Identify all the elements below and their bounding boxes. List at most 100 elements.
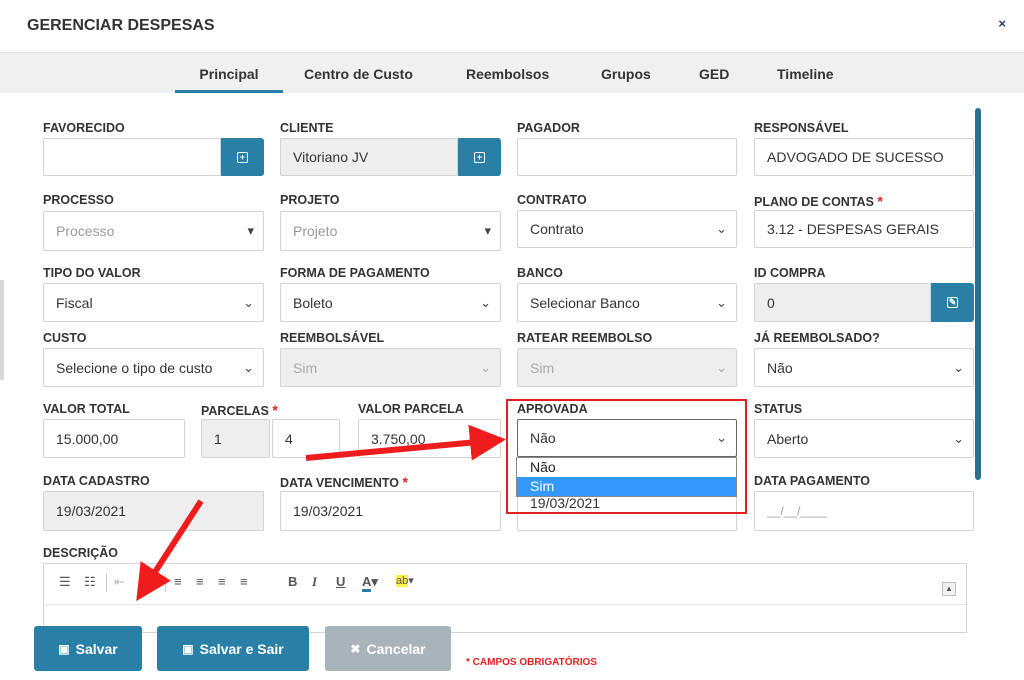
plus-icon: + xyxy=(237,151,248,163)
aprovada-option-nao[interactable]: Não xyxy=(517,458,736,477)
chevron-down-icon: ⌄ xyxy=(953,359,964,375)
aprovada-dropdown-list[interactable]: Não Sim xyxy=(516,457,737,497)
status-value: Aberto xyxy=(767,430,809,447)
banco-value: Selecionar Banco xyxy=(530,294,640,311)
parcelas-label-text: PARCELAS xyxy=(201,404,269,418)
plano-contas-label-text: PLANO DE CONTAS xyxy=(754,195,874,209)
plano-contas-input[interactable]: 3.12 - DESPESAS GERAIS xyxy=(754,210,974,248)
edit-icon: ✎ xyxy=(947,297,958,308)
data-vencimento-label: DATA VENCIMENTO * xyxy=(280,474,408,490)
status-select[interactable]: Aberto ⌄ xyxy=(754,419,974,458)
tab-principal[interactable]: Principal xyxy=(175,53,283,93)
tab-timeline[interactable]: Timeline xyxy=(777,53,834,93)
scrollbar[interactable] xyxy=(975,108,981,480)
id-compra-label: ID COMPRA xyxy=(754,266,826,280)
underline-icon[interactable]: U xyxy=(336,574,345,589)
cliente-input[interactable]: Vitoriano JV xyxy=(280,138,458,176)
tab-grupos[interactable]: Grupos xyxy=(601,53,651,93)
ja-reembolsado-select[interactable]: Não ⌄ xyxy=(754,348,974,387)
favorecido-label: FAVORECIDO xyxy=(43,121,125,135)
expand-editor-icon[interactable]: ▲ xyxy=(942,582,956,596)
favorecido-input[interactable] xyxy=(43,138,221,176)
chevron-down-icon: ⌄ xyxy=(716,294,727,310)
align-right-icon[interactable]: ≡ xyxy=(218,574,226,589)
toolbar-divider xyxy=(106,574,107,592)
tab-reembolsos[interactable]: Reembolsos xyxy=(466,53,549,93)
pagador-input[interactable] xyxy=(517,138,737,176)
required-mark: * xyxy=(402,474,408,490)
chevron-down-icon: ⌄ xyxy=(243,294,254,310)
italic-icon[interactable]: I xyxy=(312,574,317,590)
align-left-icon[interactable]: ≡ xyxy=(174,574,182,589)
processo-select[interactable]: Processo ▾ xyxy=(43,211,264,251)
id-compra-input[interactable]: 0 xyxy=(754,283,931,322)
close-icon[interactable]: × xyxy=(998,16,1006,31)
banco-select[interactable]: Selecionar Banco ⌄ xyxy=(517,283,737,322)
align-center-icon[interactable]: ≡ xyxy=(196,574,204,589)
forma-pagamento-label: FORMA DE PAGAMENTO xyxy=(280,266,430,280)
tab-centro-de-custo[interactable]: Centro de Custo xyxy=(304,53,413,93)
valor-parcela-input[interactable]: 3.750,00 xyxy=(358,419,501,458)
align-justify-icon[interactable]: ≡ xyxy=(240,574,248,589)
parcelas-current-input[interactable]: 1 xyxy=(201,419,270,458)
tipo-valor-label: TIPO DO VALOR xyxy=(43,266,141,280)
data-pagamento-label: DATA PAGAMENTO xyxy=(754,474,870,488)
add-favorecido-button[interactable]: + xyxy=(221,138,264,176)
custo-value: Selecione o tipo de custo xyxy=(56,359,213,376)
required-fields-note: * CAMPOS OBRIGATÓRIOS xyxy=(466,657,597,668)
reembolsavel-select[interactable]: Sim ⌄ xyxy=(280,348,501,387)
ratear-reembolso-select[interactable]: Sim ⌄ xyxy=(517,348,737,387)
contrato-select[interactable]: Contrato ⌄ xyxy=(517,210,737,248)
save-button-label: Salvar xyxy=(75,640,118,657)
required-mark: * xyxy=(877,193,883,209)
status-label: STATUS xyxy=(754,402,803,416)
edit-id-compra-button[interactable]: ✎ xyxy=(931,283,974,322)
ordered-list-icon[interactable]: ☰ xyxy=(59,574,71,590)
parcelas-label: PARCELAS * xyxy=(201,402,278,418)
cliente-label: CLIENTE xyxy=(280,121,334,135)
forma-pagamento-value: Boleto xyxy=(293,294,333,311)
bold-icon[interactable]: B xyxy=(288,574,297,589)
projeto-select[interactable]: Projeto ▾ xyxy=(280,211,501,251)
processo-label: PROCESSO xyxy=(43,193,114,207)
custo-select[interactable]: Selecione o tipo de custo ⌄ xyxy=(43,348,264,387)
valor-total-label: VALOR TOTAL xyxy=(43,402,130,416)
tab-ged[interactable]: GED xyxy=(699,53,729,93)
plus-icon: + xyxy=(474,151,485,163)
responsavel-input[interactable]: ADVOGADO DE SUCESSO xyxy=(754,138,974,176)
chevron-down-icon: ⌄ xyxy=(480,359,491,375)
save-icon: ▣ xyxy=(58,641,70,656)
projeto-label: PROJETO xyxy=(280,193,340,207)
forma-pagamento-select[interactable]: Boleto ⌄ xyxy=(280,283,501,322)
valor-total-input[interactable]: 15.000,00 xyxy=(43,419,185,458)
outdent-icon[interactable]: ⇤ xyxy=(114,574,125,590)
data-vencimento-input[interactable]: 19/03/2021 xyxy=(280,491,501,531)
descricao-label: DESCRIÇÃO xyxy=(43,546,119,560)
cancel-button[interactable]: ✖ Cancelar xyxy=(325,626,451,671)
font-color-icon[interactable]: A▾ xyxy=(362,574,378,592)
save-and-exit-label: Salvar e Sair xyxy=(199,640,284,657)
background-edge xyxy=(0,280,4,380)
tipo-valor-select[interactable]: Fiscal ⌄ xyxy=(43,283,264,322)
chevron-down-icon: ⌄ xyxy=(716,221,727,236)
highlight-color-icon[interactable]: ab▾ xyxy=(396,574,414,587)
add-cliente-button[interactable]: + xyxy=(458,138,501,176)
required-mark: * xyxy=(272,402,278,418)
save-button[interactable]: ▣ Salvar xyxy=(34,626,142,671)
data-pagamento-input[interactable]: __/__/____ xyxy=(754,491,974,531)
ja-reembolsado-label: JÁ REEMBOLSADO? xyxy=(754,331,880,345)
responsavel-label: RESPONSÁVEL xyxy=(754,121,849,135)
ratear-reembolso-value: Sim xyxy=(530,359,555,376)
modal-title: GERENCIAR DESPESAS xyxy=(27,17,215,34)
valor-parcela-label: VALOR PARCELA xyxy=(358,402,464,416)
aprovada-option-sim[interactable]: Sim xyxy=(517,477,736,496)
ja-reembolsado-value: Não xyxy=(767,359,793,376)
parcelas-total-input[interactable]: 4 xyxy=(272,419,340,458)
data-vencimento-label-text: DATA VENCIMENTO xyxy=(280,476,399,490)
banco-label: BANCO xyxy=(517,266,563,280)
unordered-list-icon[interactable]: ☷ xyxy=(84,574,96,590)
data-cadastro-input[interactable]: 19/03/2021 xyxy=(43,491,264,531)
descricao-editor[interactable]: ☰ ☷ ⇤ ≡ ≡ ≡ ≡ B I U A▾ ab▾ ▲ xyxy=(43,563,967,633)
toolbar-divider xyxy=(165,574,166,592)
save-and-exit-button[interactable]: ▣ Salvar e Sair xyxy=(157,626,309,671)
